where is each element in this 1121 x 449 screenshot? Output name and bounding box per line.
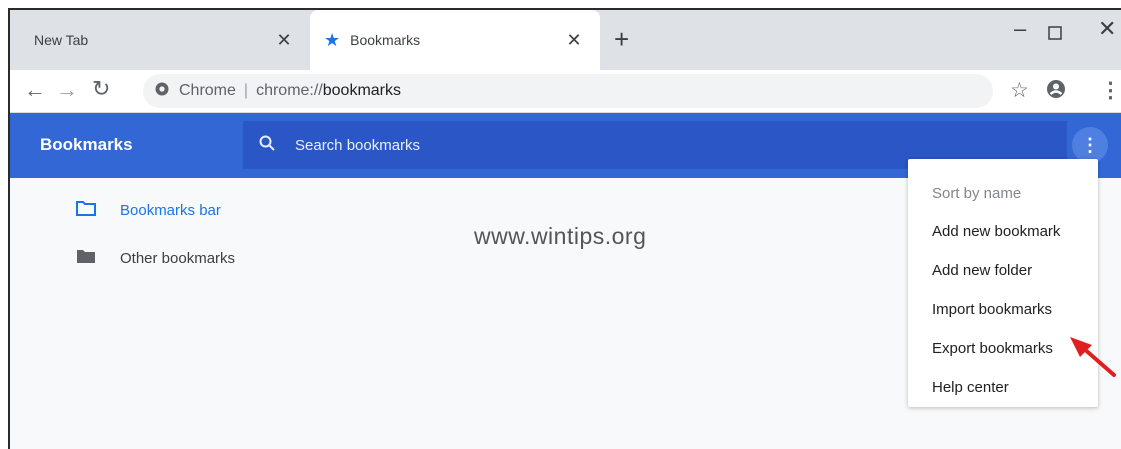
watermark-text: www.wintips.org bbox=[474, 223, 647, 249]
back-arrow-icon[interactable]: ← bbox=[24, 77, 46, 103]
folder-label: Other bookmarks bbox=[120, 249, 236, 267]
menu-item-add-new-folder[interactable]: Add new folder bbox=[932, 262, 1032, 279]
window-close-icon[interactable]: ✕ bbox=[1098, 16, 1116, 42]
close-icon[interactable]: ✕ bbox=[564, 30, 584, 51]
tab-strip: New Tab ✕ ★ Bookmarks ✕ + – ✕ bbox=[10, 10, 1121, 70]
reload-icon[interactable]: ↻ bbox=[92, 76, 110, 102]
maximize-icon[interactable] bbox=[1048, 20, 1062, 46]
search-icon bbox=[259, 135, 275, 156]
tab-title: New Tab bbox=[34, 32, 89, 48]
menu-item-help-center[interactable]: Help center bbox=[932, 379, 1009, 396]
omnibox-divider: | bbox=[243, 82, 249, 99]
tab-bookmarks[interactable]: ★ Bookmarks ✕ bbox=[310, 10, 600, 70]
more-vert-icon[interactable]: ⋮ bbox=[1100, 78, 1121, 103]
folder-filled-icon bbox=[76, 248, 98, 268]
site-chip: Chrome bbox=[179, 82, 236, 99]
url-scheme: chrome:// bbox=[256, 82, 323, 99]
menu-item-import-bookmarks[interactable]: Import bookmarks bbox=[932, 301, 1052, 318]
folder-bookmarks-bar[interactable]: Bookmarks bar bbox=[76, 200, 221, 220]
url-text: chrome://bookmarks bbox=[256, 82, 401, 100]
bookmark-star-icon[interactable]: ☆ bbox=[1010, 78, 1029, 103]
folder-outline-icon bbox=[76, 200, 98, 220]
tab-title: Bookmarks bbox=[350, 32, 421, 48]
chrome-icon bbox=[155, 82, 169, 100]
minimize-icon[interactable]: – bbox=[1014, 16, 1026, 42]
forward-arrow-icon[interactable]: → bbox=[56, 77, 78, 103]
browser-window: New Tab ✕ ★ Bookmarks ✕ + – ✕ ← → ↻ Chro… bbox=[8, 8, 1121, 449]
page-title: Bookmarks bbox=[40, 135, 133, 154]
menu-item-add-new-bookmark[interactable]: Add new bookmark bbox=[932, 223, 1060, 240]
folder-label: Bookmarks bar bbox=[120, 201, 221, 219]
search-placeholder: Search bookmarks bbox=[295, 136, 421, 154]
tab-new-tab[interactable]: New Tab ✕ bbox=[10, 10, 310, 70]
close-icon[interactable]: ✕ bbox=[274, 30, 294, 51]
url-host: bookmarks bbox=[322, 82, 401, 99]
profile-icon[interactable] bbox=[1046, 79, 1066, 105]
menu-item-sort-by-name: Sort by name bbox=[932, 185, 1022, 202]
menu-item-export-bookmarks[interactable]: Export bookmarks bbox=[932, 340, 1053, 357]
star-icon: ★ bbox=[324, 29, 341, 50]
toolbar: ← → ↻ Chrome | chrome://bookmarks ☆ ⋮ bbox=[10, 70, 1121, 113]
folder-other-bookmarks[interactable]: Other bookmarks bbox=[76, 248, 235, 268]
more-vert-icon[interactable]: ⋮ bbox=[1072, 127, 1108, 163]
omnibox[interactable]: Chrome | chrome://bookmarks bbox=[143, 74, 993, 108]
plus-icon[interactable]: + bbox=[614, 24, 629, 55]
red-arrow-icon bbox=[1070, 337, 1116, 377]
